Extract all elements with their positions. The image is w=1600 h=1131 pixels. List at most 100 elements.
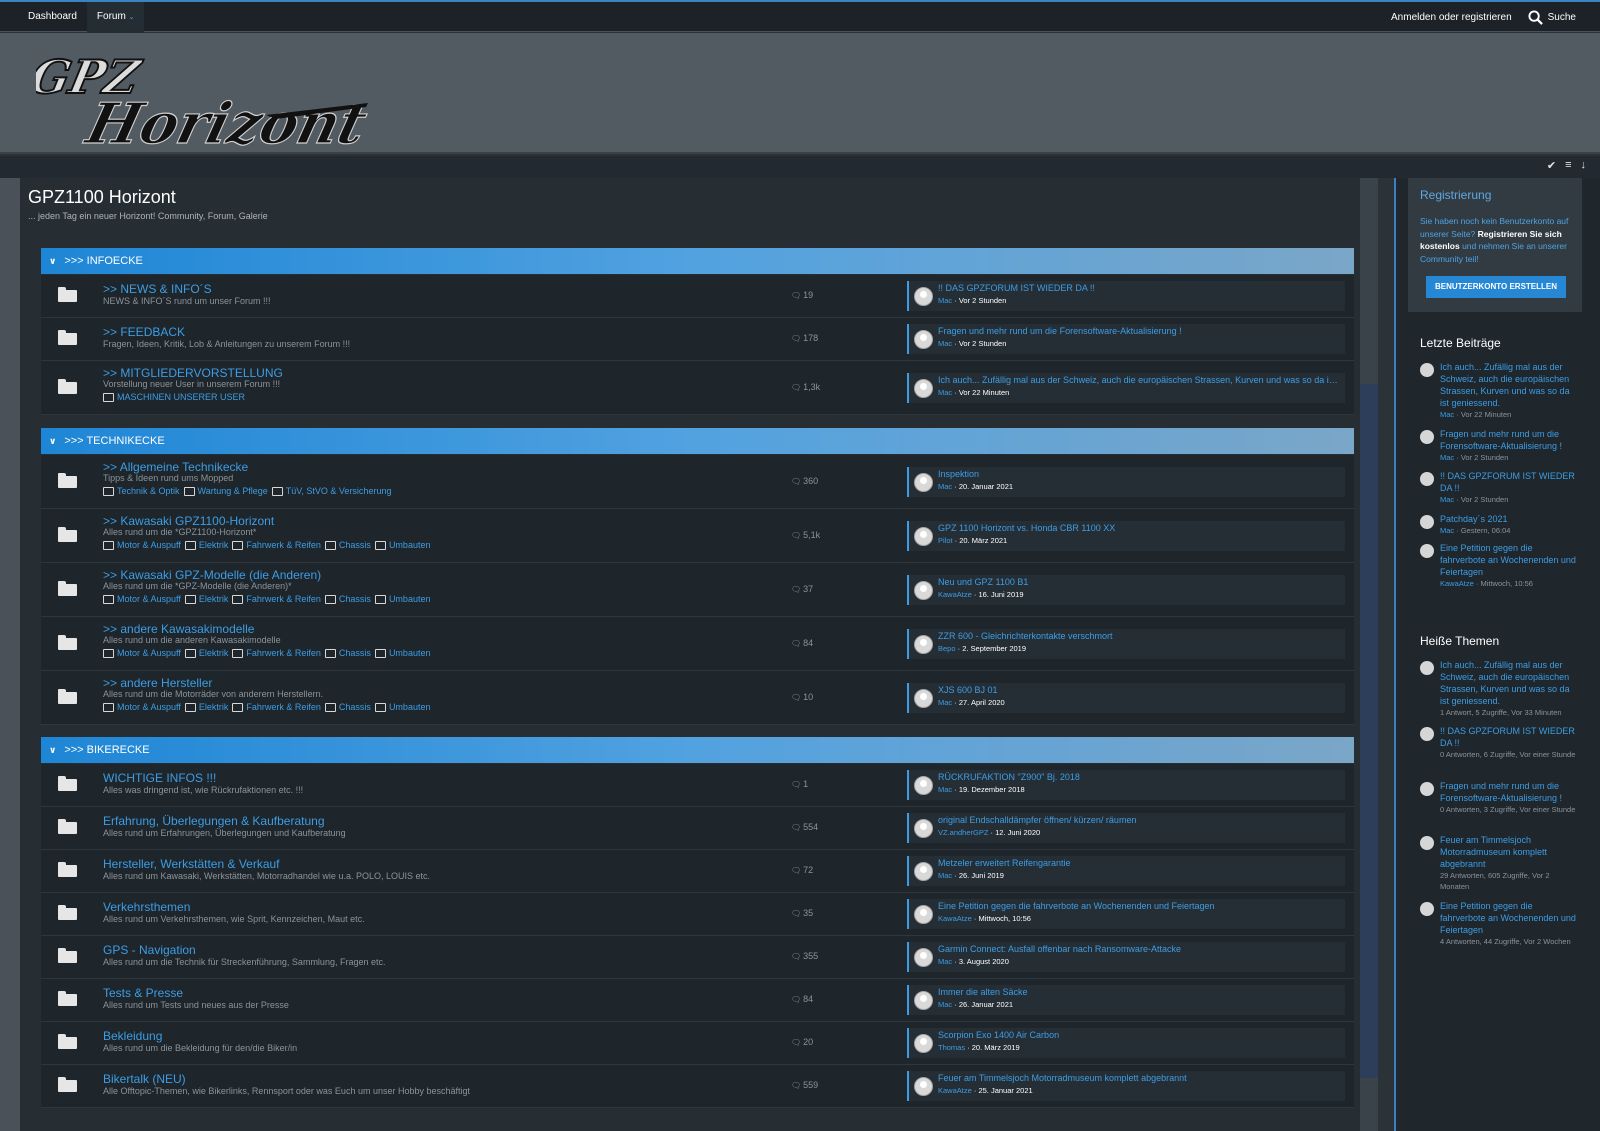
subforum-link[interactable]: Umbauten: [375, 594, 431, 604]
login-link[interactable]: Anmelden oder registrieren: [1391, 12, 1512, 23]
last-post-user[interactable]: VZ.andherGPZ: [938, 828, 988, 837]
latest-post-title[interactable]: Patchday´s 2021: [1440, 513, 1576, 525]
subforum-link[interactable]: Chassis: [325, 702, 371, 712]
subforum-link[interactable]: Motor & Auspuff: [103, 648, 181, 658]
avatar[interactable]: [1420, 782, 1434, 796]
board-title[interactable]: >> MITGLIEDERVORSTELLUNG: [103, 366, 283, 380]
avatar[interactable]: [1420, 472, 1434, 486]
last-post-user[interactable]: Mac: [938, 296, 952, 305]
last-post-user[interactable]: Mac: [938, 871, 952, 880]
subforum-link[interactable]: Umbauten: [375, 702, 431, 712]
subforum-link[interactable]: Elektrik: [185, 702, 229, 712]
board-title[interactable]: Tests & Presse: [103, 986, 183, 1000]
subforum-link[interactable]: Fahrwerk & Reifen: [232, 648, 321, 658]
category-technikecke[interactable]: ∨ >>> TECHNIKECKE: [41, 428, 1354, 454]
board-title[interactable]: >> Allgemeine Technikecke: [103, 460, 248, 474]
subforum-link[interactable]: Umbauten: [375, 540, 431, 550]
chevron-down-icon[interactable]: ∨: [49, 248, 56, 274]
avatar[interactable]: [1420, 363, 1434, 377]
last-post-user[interactable]: KawaAtze: [938, 914, 972, 923]
last-post-user[interactable]: Mac: [938, 698, 952, 707]
last-post-title[interactable]: Ich auch... Zufällig mal aus der Schweiz…: [938, 375, 1338, 385]
last-post-title[interactable]: Inspektion: [938, 469, 1338, 479]
subforum-link[interactable]: Elektrik: [185, 540, 229, 550]
search-button[interactable]: Suche: [1528, 9, 1576, 25]
board-row[interactable]: >> Allgemeine Technikecke Tipps & Ideen r…: [41, 455, 1354, 509]
last-post-user[interactable]: Mac: [938, 785, 952, 794]
latest-post-user[interactable]: Mac: [1440, 526, 1454, 535]
avatar[interactable]: [914, 634, 933, 654]
avatar[interactable]: [914, 948, 933, 967]
last-post-user[interactable]: Mac: [938, 339, 952, 348]
subforum-link[interactable]: Fahrwerk & Reifen: [232, 594, 321, 604]
subforum-link[interactable]: Fahrwerk & Reifen: [232, 702, 321, 712]
latest-post-user[interactable]: Mac: [1440, 495, 1454, 504]
nav-forum[interactable]: Forum ⌄: [86, 1, 145, 33]
latest-post-user[interactable]: KawaAtze: [1440, 579, 1474, 588]
board-title[interactable]: >> NEWS & INFO´S: [103, 282, 212, 296]
chevron-down-icon[interactable]: ∨: [49, 737, 56, 763]
last-post-title[interactable]: Immer die alten Säcke: [938, 987, 1338, 997]
check-icon[interactable]: ✔: [1547, 159, 1556, 172]
board-title[interactable]: Bekleidung: [103, 1029, 162, 1043]
last-post-title[interactable]: !! DAS GPZFORUM IST WIEDER DA !!: [938, 283, 1338, 293]
hot-topic-title[interactable]: Fragen und mehr rund um die Forensoftwar…: [1440, 780, 1576, 804]
last-post-user[interactable]: Pilot: [938, 536, 953, 545]
avatar[interactable]: [914, 862, 933, 881]
avatar[interactable]: [914, 330, 933, 349]
subforum-link[interactable]: Chassis: [325, 594, 371, 604]
board-title[interactable]: >> andere Hersteller: [103, 676, 212, 690]
last-post-title[interactable]: Metzeler erweitert Reifengarantie: [938, 858, 1338, 868]
chevron-down-icon[interactable]: ∨: [49, 428, 56, 454]
latest-post-title[interactable]: Eine Petition gegen die fahrverbote an W…: [1440, 542, 1576, 578]
last-post-user[interactable]: Bepo: [938, 644, 956, 653]
last-post-title[interactable]: Scorpion Exo 1400 Air Carbon: [938, 1030, 1338, 1040]
latest-post-title[interactable]: !! DAS GPZFORUM IST WIEDER DA !!: [1440, 470, 1576, 494]
latest-post-title[interactable]: Fragen und mehr rund um die Forensoftwar…: [1440, 428, 1576, 452]
last-post-user[interactable]: KawaAtze: [938, 590, 972, 599]
subforum-link[interactable]: Motor & Auspuff: [103, 594, 181, 604]
subforum-link[interactable]: TüV, StVO & Versicherung: [272, 486, 392, 496]
avatar[interactable]: [1420, 836, 1434, 850]
board-title[interactable]: >> Kawasaki GPZ1100-Horizont: [103, 514, 274, 528]
board-title[interactable]: Verkehrsthemen: [103, 900, 190, 914]
avatar[interactable]: [914, 472, 933, 492]
rss-icon[interactable]: ≡: [1565, 159, 1571, 172]
avatar[interactable]: [914, 776, 933, 795]
subforum-link[interactable]: Motor & Auspuff: [103, 540, 181, 550]
last-post-title[interactable]: ZZR 600 - Gleichrichterkontakte verschmo…: [938, 631, 1338, 641]
last-post-title[interactable]: Garmin Connect: Ausfall offenbar nach Ra…: [938, 944, 1338, 954]
board-title[interactable]: >> Kawasaki GPZ-Modelle (die Anderen): [103, 568, 321, 582]
subforum-link[interactable]: Motor & Auspuff: [103, 702, 181, 712]
subforum-link[interactable]: MASCHINEN UNSERER USER: [103, 392, 245, 402]
last-post-title[interactable]: Neu und GPZ 1100 B1: [938, 577, 1338, 587]
last-post-title[interactable]: Fragen und mehr rund um die Forensoftwar…: [938, 326, 1338, 336]
subforum-link[interactable]: Wartung & Pflege: [184, 486, 268, 496]
board-row[interactable]: Bekleidung Alles rund um die Bekleidung f…: [41, 1022, 1354, 1065]
board-row[interactable]: Tests & Presse Alles rund um Tests und ne…: [41, 979, 1354, 1022]
last-post-user[interactable]: Mac: [938, 1000, 952, 1009]
last-post-user[interactable]: Mac: [938, 957, 952, 966]
scrollbar[interactable]: [1360, 178, 1378, 1131]
board-row[interactable]: >> andere Hersteller Alles rund um die Mo…: [41, 671, 1354, 725]
last-post-user[interactable]: Mac: [938, 388, 952, 397]
avatar[interactable]: [914, 287, 933, 306]
last-post-user[interactable]: Mac: [938, 482, 952, 491]
board-title[interactable]: GPS - Navigation: [103, 943, 196, 957]
board-title[interactable]: >> andere Kawasakimodelle: [103, 622, 254, 636]
last-post-title[interactable]: RÜCKRUFAKTION "Z900" Bj. 2018: [938, 772, 1338, 782]
subforum-link[interactable]: Fahrwerk & Reifen: [232, 540, 321, 550]
avatar[interactable]: [914, 991, 933, 1010]
avatar[interactable]: [1420, 515, 1434, 529]
board-row[interactable]: >> Kawasaki GPZ1100-Horizont Alles rund u…: [41, 509, 1354, 563]
latest-post-title[interactable]: Ich auch... Zufällig mal aus der Schweiz…: [1440, 361, 1576, 409]
board-row[interactable]: Hersteller, Werkstätten & Verkauf Alles r…: [41, 850, 1354, 893]
board-row[interactable]: >> NEWS & INFO´S NEWS & INFO´S rund um un…: [41, 275, 1354, 318]
last-post-user[interactable]: KawaAtze: [938, 1086, 972, 1095]
subforum-link[interactable]: Elektrik: [185, 594, 229, 604]
last-post-title[interactable]: XJS 600 BJ 01: [938, 685, 1338, 695]
board-row[interactable]: Erfahrung, Überlegungen & Kaufberatung Al…: [41, 807, 1354, 850]
avatar[interactable]: [1420, 661, 1434, 675]
board-row[interactable]: >> MITGLIEDERVORSTELLUNG Vorstellung neue…: [41, 361, 1354, 415]
avatar[interactable]: [914, 526, 933, 546]
